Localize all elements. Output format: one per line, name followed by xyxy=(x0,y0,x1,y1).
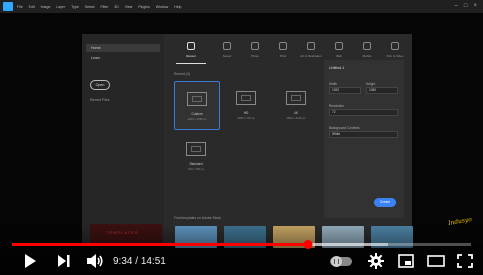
menu-3d: 3D xyxy=(114,4,119,9)
settings-button[interactable] xyxy=(366,251,386,271)
new-document-dialog: Home Learn Open Recent Files Recent Save… xyxy=(82,34,412,246)
preset-hd: HD 1280 x 720 px xyxy=(224,81,268,128)
recent-presets-label: Recent (4) xyxy=(174,72,190,76)
play-icon xyxy=(25,254,36,268)
autoplay-toggle[interactable] xyxy=(330,256,352,267)
resolution-field: 72 xyxy=(329,109,398,116)
menu-edit: Edit xyxy=(28,4,35,9)
miniplayer-button[interactable] xyxy=(396,251,416,271)
preset-size: 3840 x 2160 px xyxy=(286,116,306,120)
tab-saved: Saved xyxy=(214,38,240,64)
settings-icon xyxy=(368,253,384,269)
tab-recent: Recent xyxy=(170,38,212,64)
resolution-label: Resolution xyxy=(329,104,345,108)
menu-select: Select xyxy=(84,4,95,9)
web-tab-icon xyxy=(335,42,343,50)
menu-view: View xyxy=(124,4,133,9)
tab-photo: Photo xyxy=(242,38,268,64)
app-logo-icon xyxy=(3,2,13,11)
mobile-tab-icon xyxy=(363,42,371,50)
close-icon: × xyxy=(473,3,477,9)
time-display: 9:34 / 14:51 xyxy=(113,256,166,267)
sidebar-item-learn: Learn xyxy=(91,56,101,60)
background-select: White xyxy=(329,131,398,138)
duration: 14:51 xyxy=(140,256,166,267)
fullscreen-icon xyxy=(457,254,473,268)
stock-templates-label: Find templates on Adobe Stock xyxy=(174,216,221,220)
menu-filter: Filter xyxy=(100,4,109,9)
autoplay-pause-icon xyxy=(331,256,342,267)
theater-icon xyxy=(427,255,445,267)
height-field: 1080 xyxy=(366,87,398,94)
preset-size: 1920 x 1080 px xyxy=(187,117,207,121)
minimize-icon: – xyxy=(454,3,458,9)
menu-file: File xyxy=(17,4,23,9)
volume-icon xyxy=(87,254,103,268)
recent-files-label: Recent Files xyxy=(90,98,110,102)
menu-layer: Layer xyxy=(56,4,66,9)
maximize-icon: □ xyxy=(463,3,468,9)
width-label: Width xyxy=(329,82,338,86)
menu-image: Image xyxy=(40,4,51,9)
document-title: Untitled-1 xyxy=(329,66,345,70)
next-button[interactable] xyxy=(54,251,74,271)
preset-thumbnail xyxy=(286,91,306,105)
sidebar-item-home: Home xyxy=(86,44,160,52)
time-separator: / xyxy=(132,256,141,267)
play-button[interactable] xyxy=(20,251,40,271)
progress-bar[interactable] xyxy=(12,240,471,249)
miniplayer-icon xyxy=(398,254,414,268)
played-bar xyxy=(12,243,308,246)
preset-name: Custom xyxy=(191,112,203,116)
film-tab-icon xyxy=(391,42,399,50)
menu-type: Type xyxy=(71,4,79,9)
preset-standard: Standard 640 x 480 px xyxy=(174,132,218,179)
menu-help: Help xyxy=(174,4,182,9)
preset-size: 1280 x 720 px xyxy=(237,116,255,120)
window-controls: – □ × xyxy=(455,2,477,10)
preset-size: 640 x 480 px xyxy=(187,167,205,171)
recent-tab-icon xyxy=(187,42,195,50)
home-sidebar: Home Learn Open Recent Files xyxy=(82,34,164,246)
app-menubar: File Edit Image Layer Type Select Filter… xyxy=(0,0,483,13)
photo-tab-icon xyxy=(251,42,259,50)
tab-art: Art & Illustration xyxy=(298,38,324,64)
next-icon xyxy=(58,255,70,267)
current-time: 9:34 xyxy=(113,256,133,267)
preset-custom: Custom 1920 x 1080 px xyxy=(174,81,220,130)
tab-print: Print xyxy=(270,38,296,64)
width-field: 1920 xyxy=(329,87,361,94)
mute-button[interactable] xyxy=(84,251,106,271)
preset-thumbnail xyxy=(186,142,206,156)
theater-mode-button[interactable] xyxy=(426,251,446,271)
open-button: Open xyxy=(90,80,110,90)
preset-name: 4K xyxy=(294,111,298,115)
create-button: Create xyxy=(374,198,396,207)
background-label: Background Contents xyxy=(329,126,360,130)
saved-tab-icon xyxy=(223,42,231,50)
menu-plugins: Plugins xyxy=(138,4,150,9)
height-label: Height xyxy=(366,82,376,86)
menu-window: Window xyxy=(155,4,169,9)
preset-name: HD xyxy=(243,111,249,115)
art-tab-icon xyxy=(307,42,315,50)
preset-details-panel: Untitled-1 Width 1920 Height 1080 Resolu… xyxy=(324,60,404,218)
preset-thumbnail xyxy=(236,91,256,105)
print-tab-icon xyxy=(279,42,287,50)
scrubber-handle[interactable] xyxy=(303,240,313,249)
video-frame[interactable]: File Edit Image Layer Type Select Filter… xyxy=(0,0,483,275)
preset-thumbnail xyxy=(187,92,207,106)
preset-4k: 4K 3840 x 2160 px xyxy=(274,81,318,128)
fullscreen-button[interactable] xyxy=(455,251,475,271)
preset-name: Standard xyxy=(189,162,203,166)
